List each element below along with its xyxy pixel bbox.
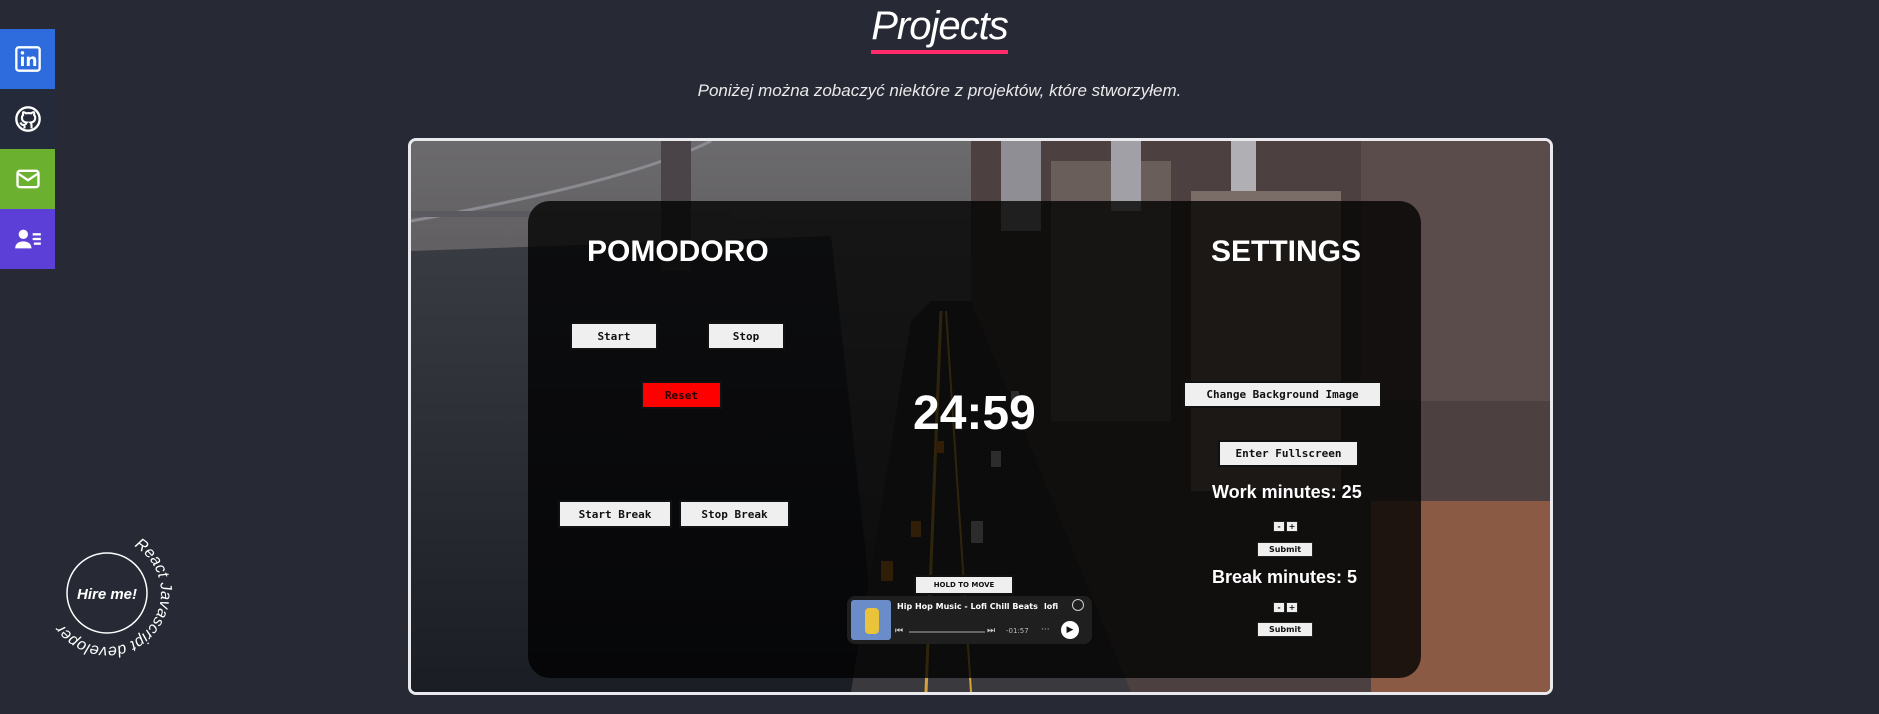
track-title-overflow: lofi xyxy=(1044,602,1059,611)
reset-button[interactable]: Reset xyxy=(641,381,722,409)
progress-bar[interactable] xyxy=(909,631,985,633)
enter-fullscreen-button[interactable]: Enter Fullscreen xyxy=(1218,440,1359,467)
spotify-icon[interactable] xyxy=(1072,599,1084,611)
work-minus-button[interactable]: - xyxy=(1273,521,1285,532)
page-title: Projects xyxy=(871,4,1009,54)
work-minutes-label: Work minutes: 25 xyxy=(1212,482,1362,502)
github-icon xyxy=(14,106,41,132)
email-button[interactable] xyxy=(0,149,55,209)
pomodoro-title: POMODORO xyxy=(587,235,769,268)
break-minus-button[interactable]: - xyxy=(1273,602,1285,613)
work-plus-button[interactable]: + xyxy=(1286,521,1298,532)
previous-track-icon[interactable]: ⏮ xyxy=(895,626,903,636)
hire-me-badge[interactable]: Hire me! React Javascript developer xyxy=(44,513,199,684)
social-sidebar xyxy=(0,29,55,269)
work-submit-button[interactable]: Submit xyxy=(1257,542,1313,557)
album-cover xyxy=(851,600,891,640)
contact-card-icon xyxy=(14,229,41,249)
hire-me-label: Hire me! xyxy=(77,586,137,603)
timer-display: 24:59 xyxy=(913,387,1036,440)
settings-title: SETTINGS xyxy=(1211,235,1362,268)
contact-button[interactable] xyxy=(0,209,55,269)
time-remaining: -01:57 xyxy=(1006,627,1029,635)
start-button[interactable]: Start xyxy=(570,322,658,350)
project-preview[interactable]: POMODORO SETTINGS Start Stop Reset Start… xyxy=(408,138,1553,695)
break-minutes-label: Break minutes: 5 xyxy=(1212,567,1358,587)
track-title: Hip Hop Music - Lofi Chill Beats xyxy=(897,602,1038,611)
change-background-button[interactable]: Change Background Image xyxy=(1183,381,1382,408)
music-player: Hip Hop Music - Lofi Chill Beats lofi ⏮ … xyxy=(847,596,1092,644)
stop-button[interactable]: Stop xyxy=(707,322,785,350)
next-track-icon[interactable]: ⏭ xyxy=(987,626,995,636)
section-subtitle: Poniżej można zobaczyć niektóre z projek… xyxy=(697,81,1182,100)
stop-break-button[interactable]: Stop Break xyxy=(679,500,790,528)
play-button[interactable]: ▶ xyxy=(1061,621,1079,639)
start-break-button[interactable]: Start Break xyxy=(558,500,672,528)
break-plus-button[interactable]: + xyxy=(1286,602,1298,613)
break-submit-button[interactable]: Submit xyxy=(1257,622,1313,637)
hold-to-move-handle[interactable]: HOLD TO MOVE xyxy=(914,575,1014,595)
more-options-icon[interactable]: ··· xyxy=(1041,625,1050,635)
section-header: Projects xyxy=(0,4,1879,54)
mail-icon xyxy=(15,169,40,189)
